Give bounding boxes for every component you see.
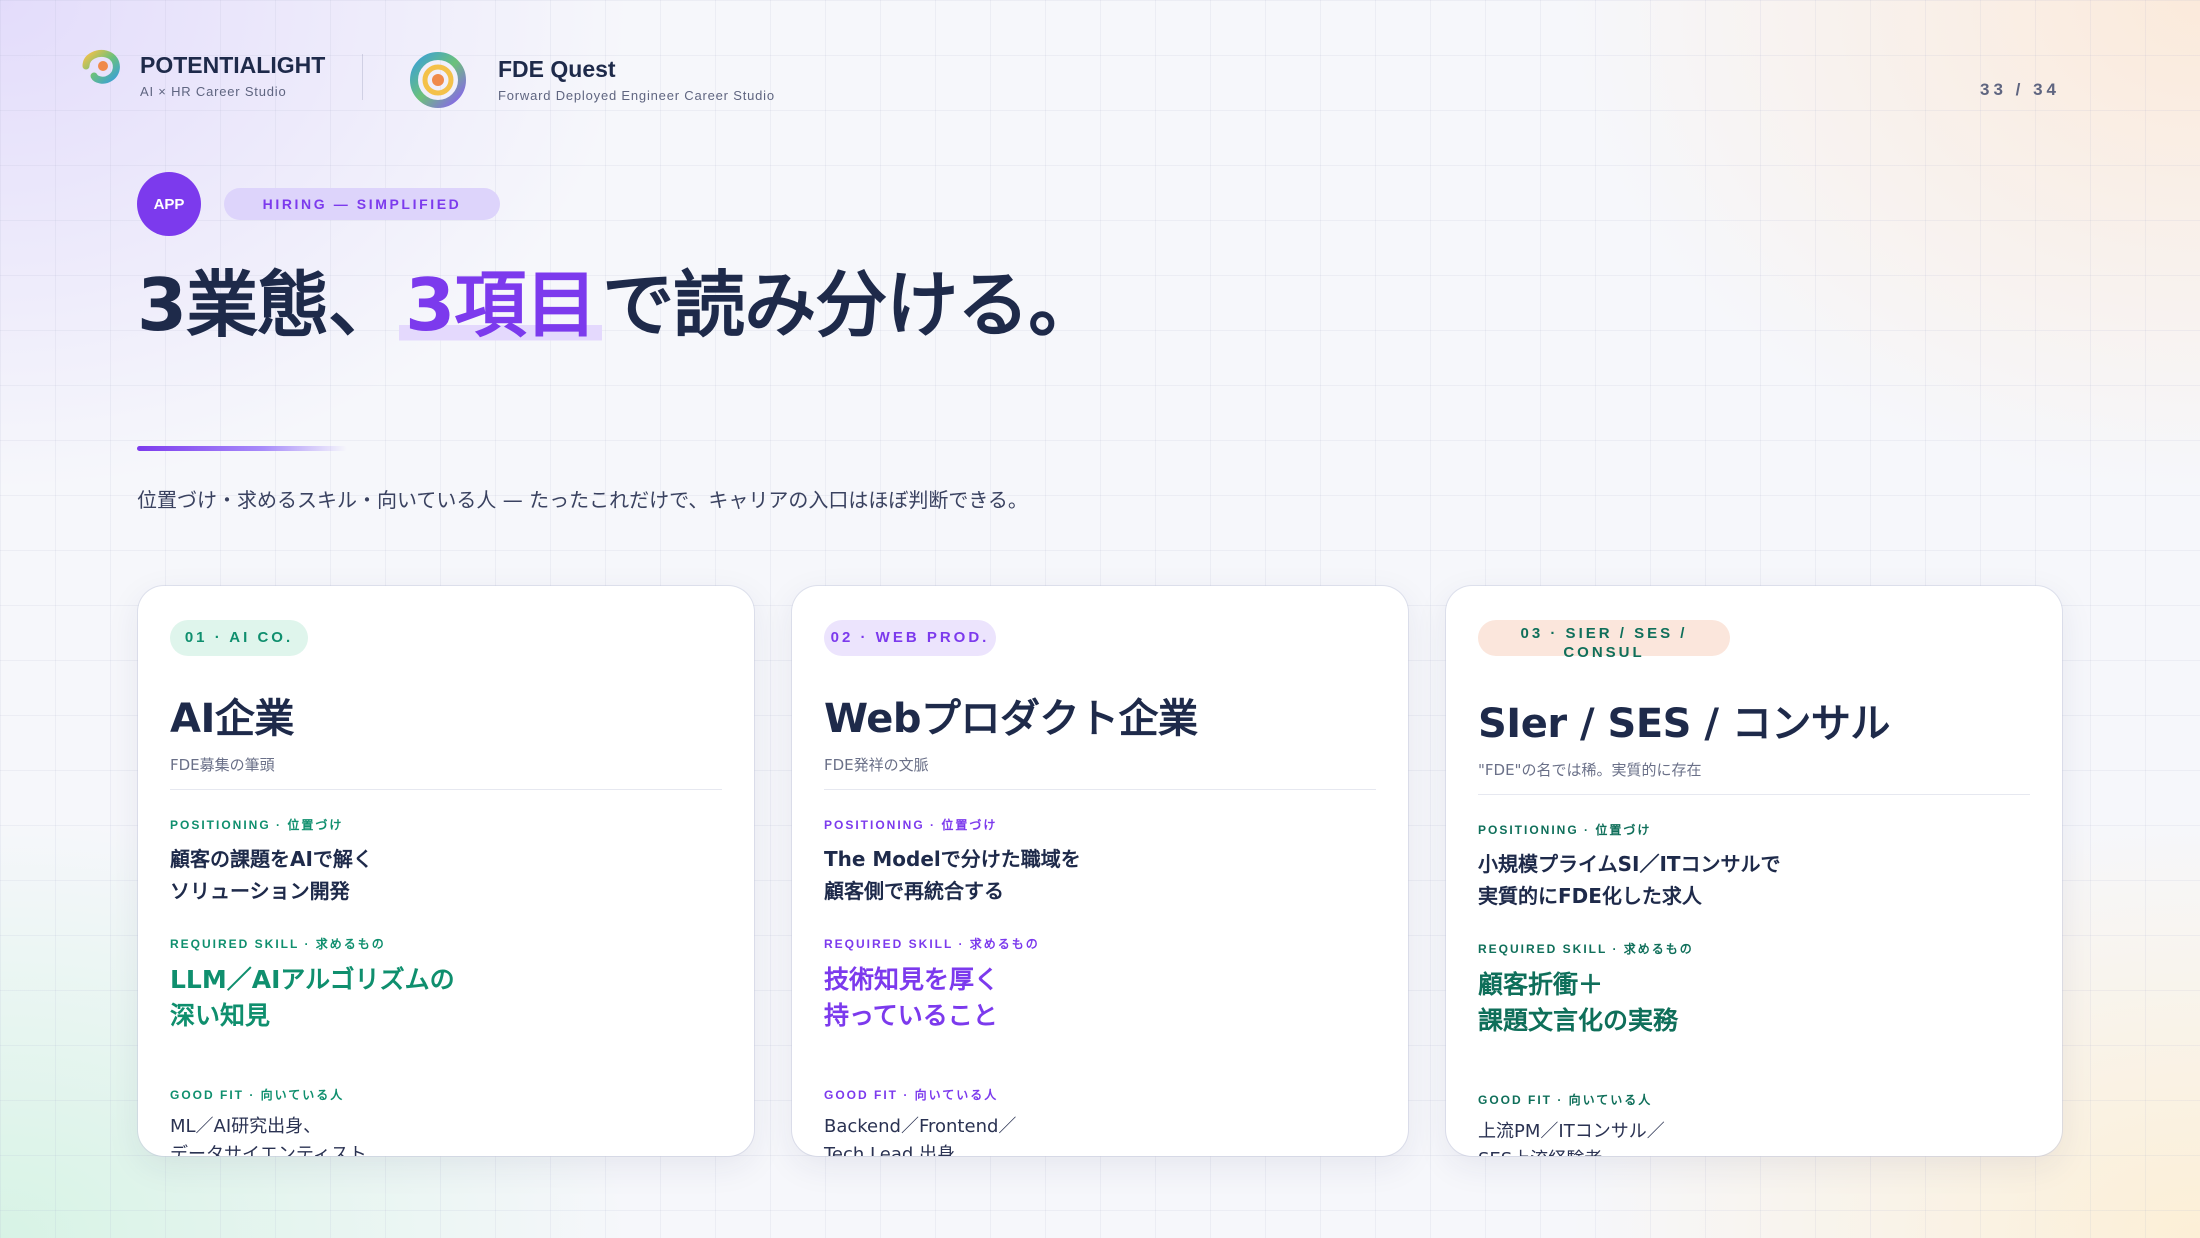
skill-line: LLM／AIアルゴリズムの <box>170 965 455 994</box>
good-fit-value: Backend／Frontend／ Tech Lead 出身 <box>824 1113 1376 1156</box>
card-tag: 02 · WEB PROD. <box>824 620 996 656</box>
brand-potentialight[interactable]: POTENTIALIGHT AI × HR Career Studio <box>72 48 325 104</box>
card-divider <box>170 789 722 790</box>
fit-line: 上流PM／ITコンサル／ <box>1478 1121 1665 1142</box>
positioning-label: POSITIONING · 位置づけ <box>1478 823 1652 837</box>
card-divider <box>1478 794 2030 795</box>
positioning-line: 顧客側で再統合する <box>824 879 1004 903</box>
required-skill-label: REQUIRED SKILL · 求めるもの <box>170 937 386 951</box>
required-skill-value: LLM／AIアルゴリズムの 深い知見 <box>170 962 722 1034</box>
lead-text: 位置づけ・求めるスキル・向いている人 — たったこれだけで、キャリアの入口はほぼ… <box>137 488 1028 512</box>
positioning-label: POSITIONING · 位置づけ <box>824 818 998 832</box>
skill-line: 技術知見を厚く <box>824 965 1000 994</box>
page-title: 3業態、3項目で読み分ける。 <box>137 262 1100 348</box>
card-title: AI企業 <box>170 696 294 742</box>
good-fit-value: ML／AI研究出身、 データサイエンティスト <box>170 1113 722 1156</box>
brand-fde-quest[interactable]: FDE Quest Forward Deployed Engineer Care… <box>406 48 775 112</box>
required-skill-label: REQUIRED SKILL · 求めるもの <box>1478 942 1694 956</box>
card-subtitle: "FDE"の名では稀。実質的に存在 <box>1478 761 1702 779</box>
fit-line: SES上流経験者 <box>1478 1146 2030 1156</box>
card-ai-company: 01 · AI CO. AI企業 FDE募集の筆頭 POSITIONING · … <box>138 586 754 1156</box>
card-title: Webプロダクト企業 <box>824 696 1198 742</box>
skill-line: 深い知見 <box>170 1001 271 1030</box>
card-subtitle: FDE募集の筆頭 <box>170 756 275 774</box>
page-number: 33 / 34 <box>1980 80 2060 99</box>
good-fit-label: GOOD FIT · 向いている人 <box>1478 1093 1653 1107</box>
skill-line: 持っていること <box>824 1001 998 1030</box>
header-divider <box>362 54 363 100</box>
positioning-value: The Modelで分けた職域を 顧客側で再統合する <box>824 843 1376 907</box>
card-divider <box>824 789 1376 790</box>
brand1-tagline: AI × HR Career Studio <box>140 84 287 100</box>
card-title: SIer / SES / コンサル <box>1478 701 1890 747</box>
brand1-name: POTENTIALIGHT <box>140 51 326 78</box>
accent-rule <box>137 446 347 451</box>
good-fit-label: GOOD FIT · 向いている人 <box>170 1088 345 1102</box>
required-skill-value: 顧客折衝＋ 課題文言化の実務 <box>1478 967 2030 1039</box>
skill-line: 顧客折衝＋ <box>1478 970 1604 999</box>
positioning-line: 実質的にFDE化した求人 <box>1478 884 1702 908</box>
positioning-value: 小規模プライムSI／ITコンサルで 実質的にFDE化した求人 <box>1478 848 2030 912</box>
card-sier-ses-consul: 03 · SIER / SES / CONSUL SIer / SES / コン… <box>1446 586 2062 1156</box>
good-fit-value: 上流PM／ITコンサル／ SES上流経験者 <box>1478 1118 2030 1156</box>
good-fit-label: GOOD FIT · 向いている人 <box>824 1088 999 1102</box>
positioning-line: 小規模プライムSI／ITコンサルで <box>1478 852 1781 876</box>
fit-line: ML／AI研究出身、 <box>170 1116 322 1137</box>
positioning-label: POSITIONING · 位置づけ <box>170 818 344 832</box>
app-badge: APP <box>137 172 201 236</box>
required-skill-label: REQUIRED SKILL · 求めるもの <box>824 937 1040 951</box>
required-skill-value: 技術知見を厚く 持っていること <box>824 962 1376 1034</box>
fit-line: Tech Lead 出身 <box>824 1144 956 1156</box>
card-web-product-company: 02 · WEB PROD. Webプロダクト企業 FDE発祥の文脈 POSIT… <box>792 586 1408 1156</box>
title-prefix: 3業態、 <box>137 263 400 347</box>
brand2-tagline: Forward Deployed Engineer Career Studio <box>498 88 775 104</box>
positioning-value: 顧客の課題をAIで解く ソリューション開発 <box>170 843 722 907</box>
fit-line: データサイエンティスト <box>170 1144 367 1156</box>
positioning-line: ソリューション開発 <box>170 879 350 903</box>
positioning-line: The Modelで分けた職域を <box>824 847 1081 871</box>
positioning-line: 顧客の課題をAIで解く <box>170 847 373 871</box>
card-tag: 03 · SIER / SES / CONSUL <box>1478 620 1730 661</box>
title-suffix: で読み分ける。 <box>602 263 1100 347</box>
section-pill: HIRING — SIMPLIFIED <box>224 188 500 220</box>
potentialight-p-logo-icon <box>82 50 120 104</box>
title-highlight: 3項目 <box>399 263 603 347</box>
fde-quest-ring-logo-icon <box>410 52 466 108</box>
fit-line: Backend／Frontend／ <box>824 1116 1017 1137</box>
brand2-name: FDE Quest <box>498 55 616 82</box>
card-subtitle: FDE発祥の文脈 <box>824 756 929 774</box>
skill-line: 課題文言化の実務 <box>1478 1006 1679 1035</box>
card-tag: 01 · AI CO. <box>170 620 308 656</box>
